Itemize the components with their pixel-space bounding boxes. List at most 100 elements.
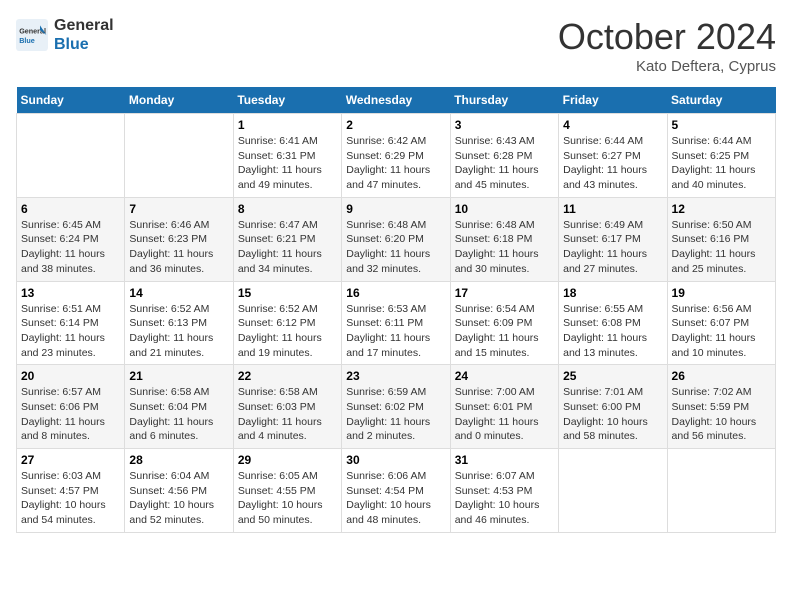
calendar-cell: 14 Sunrise: 6:52 AM Sunset: 6:13 PM Dayli… (125, 281, 233, 365)
calendar-cell (559, 449, 667, 533)
title-block: October 2024 Kato Deftera, Cyprus (558, 16, 776, 75)
day-number: 5 (672, 118, 771, 132)
calendar-cell: 7 Sunrise: 6:46 AM Sunset: 6:23 PM Daylig… (125, 197, 233, 281)
day-of-week-header: Sunday (17, 87, 125, 114)
day-info: Sunrise: 6:44 AM Sunset: 6:25 PM Dayligh… (672, 135, 756, 191)
day-number: 25 (563, 369, 662, 383)
day-number: 3 (455, 118, 554, 132)
calendar-cell: 31Sunrise: 6:07 AM Sunset: 4:53 PM Dayli… (450, 449, 558, 533)
calendar-cell: 9 Sunrise: 6:48 AM Sunset: 6:20 PM Daylig… (342, 197, 450, 281)
calendar-cell: 21 Sunrise: 6:58 AM Sunset: 6:04 PM Dayli… (125, 365, 233, 449)
calendar-week-row: 13 Sunrise: 6:51 AM Sunset: 6:14 PM Dayli… (17, 281, 776, 365)
day-info: Sunrise: 7:00 AM Sunset: 6:01 PM Dayligh… (455, 386, 539, 442)
day-number: 21 (129, 369, 228, 383)
day-number: 11 (563, 202, 662, 216)
logo: General Blue General Blue (16, 16, 114, 54)
day-info: Sunrise: 6:03 AM Sunset: 4:57 PM Dayligh… (21, 470, 106, 526)
day-info: Sunrise: 6:05 AM Sunset: 4:55 PM Dayligh… (238, 470, 323, 526)
day-info: Sunrise: 6:57 AM Sunset: 6:06 PM Dayligh… (21, 386, 105, 442)
day-info: Sunrise: 6:43 AM Sunset: 6:28 PM Dayligh… (455, 135, 539, 191)
day-info: Sunrise: 6:51 AM Sunset: 6:14 PM Dayligh… (21, 303, 105, 359)
calendar-cell: 4 Sunrise: 6:44 AM Sunset: 6:27 PM Daylig… (559, 114, 667, 198)
day-info: Sunrise: 6:58 AM Sunset: 6:03 PM Dayligh… (238, 386, 322, 442)
day-number: 23 (346, 369, 445, 383)
day-of-week-header: Thursday (450, 87, 558, 114)
day-info: Sunrise: 6:46 AM Sunset: 6:23 PM Dayligh… (129, 219, 213, 275)
day-number: 13 (21, 286, 120, 300)
day-info: Sunrise: 6:55 AM Sunset: 6:08 PM Dayligh… (563, 303, 647, 359)
calendar-cell: 13 Sunrise: 6:51 AM Sunset: 6:14 PM Dayli… (17, 281, 125, 365)
svg-text:Blue: Blue (19, 36, 35, 45)
day-info: Sunrise: 6:54 AM Sunset: 6:09 PM Dayligh… (455, 303, 539, 359)
calendar-cell: 15 Sunrise: 6:52 AM Sunset: 6:12 PM Dayli… (233, 281, 341, 365)
day-of-week-header: Wednesday (342, 87, 450, 114)
calendar-header-row: SundayMondayTuesdayWednesdayThursdayFrid… (17, 87, 776, 114)
day-info: Sunrise: 6:04 AM Sunset: 4:56 PM Dayligh… (129, 470, 214, 526)
day-info: Sunrise: 6:52 AM Sunset: 6:12 PM Dayligh… (238, 303, 322, 359)
day-number: 8 (238, 202, 337, 216)
day-number: 16 (346, 286, 445, 300)
logo-text-blue: Blue (54, 35, 114, 54)
calendar-cell: 6 Sunrise: 6:45 AM Sunset: 6:24 PM Daylig… (17, 197, 125, 281)
day-number: 18 (563, 286, 662, 300)
calendar-cell: 20 Sunrise: 6:57 AM Sunset: 6:06 PM Dayli… (17, 365, 125, 449)
day-info: Sunrise: 6:44 AM Sunset: 6:27 PM Dayligh… (563, 135, 647, 191)
day-info: Sunrise: 6:53 AM Sunset: 6:11 PM Dayligh… (346, 303, 430, 359)
calendar-cell: 24 Sunrise: 7:00 AM Sunset: 6:01 PM Dayli… (450, 365, 558, 449)
calendar-cell: 12 Sunrise: 6:50 AM Sunset: 6:16 PM Dayli… (667, 197, 775, 281)
day-number: 31 (455, 453, 554, 467)
calendar-week-row: 20 Sunrise: 6:57 AM Sunset: 6:06 PM Dayli… (17, 365, 776, 449)
day-number: 26 (672, 369, 771, 383)
day-number: 24 (455, 369, 554, 383)
day-number: 10 (455, 202, 554, 216)
day-number: 19 (672, 286, 771, 300)
calendar-cell: 1Sunrise: 6:41 AM Sunset: 6:31 PM Daylig… (233, 114, 341, 198)
day-of-week-header: Monday (125, 87, 233, 114)
calendar-cell (17, 114, 125, 198)
calendar-cell: 18 Sunrise: 6:55 AM Sunset: 6:08 PM Dayli… (559, 281, 667, 365)
calendar-week-row: 27 Sunrise: 6:03 AM Sunset: 4:57 PM Dayli… (17, 449, 776, 533)
day-info: Sunrise: 6:42 AM Sunset: 6:29 PM Dayligh… (346, 135, 430, 191)
day-number: 27 (21, 453, 120, 467)
day-info: Sunrise: 6:48 AM Sunset: 6:18 PM Dayligh… (455, 219, 539, 275)
day-info: Sunrise: 6:49 AM Sunset: 6:17 PM Dayligh… (563, 219, 647, 275)
day-of-week-header: Saturday (667, 87, 775, 114)
calendar-cell: 2Sunrise: 6:42 AM Sunset: 6:29 PM Daylig… (342, 114, 450, 198)
calendar-cell: 26Sunrise: 7:02 AM Sunset: 5:59 PM Dayli… (667, 365, 775, 449)
calendar-cell: 16 Sunrise: 6:53 AM Sunset: 6:11 PM Dayli… (342, 281, 450, 365)
calendar-cell: 30Sunrise: 6:06 AM Sunset: 4:54 PM Dayli… (342, 449, 450, 533)
day-info: Sunrise: 6:41 AM Sunset: 6:31 PM Dayligh… (238, 135, 322, 191)
day-number: 14 (129, 286, 228, 300)
day-number: 9 (346, 202, 445, 216)
calendar-cell: 17Sunrise: 6:54 AM Sunset: 6:09 PM Dayli… (450, 281, 558, 365)
day-info: Sunrise: 6:52 AM Sunset: 6:13 PM Dayligh… (129, 303, 213, 359)
day-info: Sunrise: 6:58 AM Sunset: 6:04 PM Dayligh… (129, 386, 213, 442)
calendar-cell: 22Sunrise: 6:58 AM Sunset: 6:03 PM Dayli… (233, 365, 341, 449)
day-number: 29 (238, 453, 337, 467)
day-info: Sunrise: 7:01 AM Sunset: 6:00 PM Dayligh… (563, 386, 648, 442)
logo-icon: General Blue (16, 19, 48, 51)
day-number: 20 (21, 369, 120, 383)
calendar-cell: 5 Sunrise: 6:44 AM Sunset: 6:25 PM Daylig… (667, 114, 775, 198)
day-number: 4 (563, 118, 662, 132)
logo-text-general: General (54, 16, 114, 35)
calendar-cell: 28 Sunrise: 6:04 AM Sunset: 4:56 PM Dayli… (125, 449, 233, 533)
day-info: Sunrise: 6:47 AM Sunset: 6:21 PM Dayligh… (238, 219, 322, 275)
day-number: 6 (21, 202, 120, 216)
calendar-cell: 19Sunrise: 6:56 AM Sunset: 6:07 PM Dayli… (667, 281, 775, 365)
calendar-cell: 23 Sunrise: 6:59 AM Sunset: 6:02 PM Dayli… (342, 365, 450, 449)
day-of-week-header: Friday (559, 87, 667, 114)
day-number: 28 (129, 453, 228, 467)
day-info: Sunrise: 6:50 AM Sunset: 6:16 PM Dayligh… (672, 219, 756, 275)
day-info: Sunrise: 6:48 AM Sunset: 6:20 PM Dayligh… (346, 219, 430, 275)
calendar-cell: 29 Sunrise: 6:05 AM Sunset: 4:55 PM Dayli… (233, 449, 341, 533)
day-number: 15 (238, 286, 337, 300)
location-subtitle: Kato Deftera, Cyprus (558, 58, 776, 75)
calendar-cell: 11 Sunrise: 6:49 AM Sunset: 6:17 PM Dayli… (559, 197, 667, 281)
day-number: 12 (672, 202, 771, 216)
day-number: 7 (129, 202, 228, 216)
day-info: Sunrise: 6:59 AM Sunset: 6:02 PM Dayligh… (346, 386, 430, 442)
calendar-cell: 3 Sunrise: 6:43 AM Sunset: 6:28 PM Daylig… (450, 114, 558, 198)
day-info: Sunrise: 6:45 AM Sunset: 6:24 PM Dayligh… (21, 219, 105, 275)
calendar-cell: 8 Sunrise: 6:47 AM Sunset: 6:21 PM Daylig… (233, 197, 341, 281)
